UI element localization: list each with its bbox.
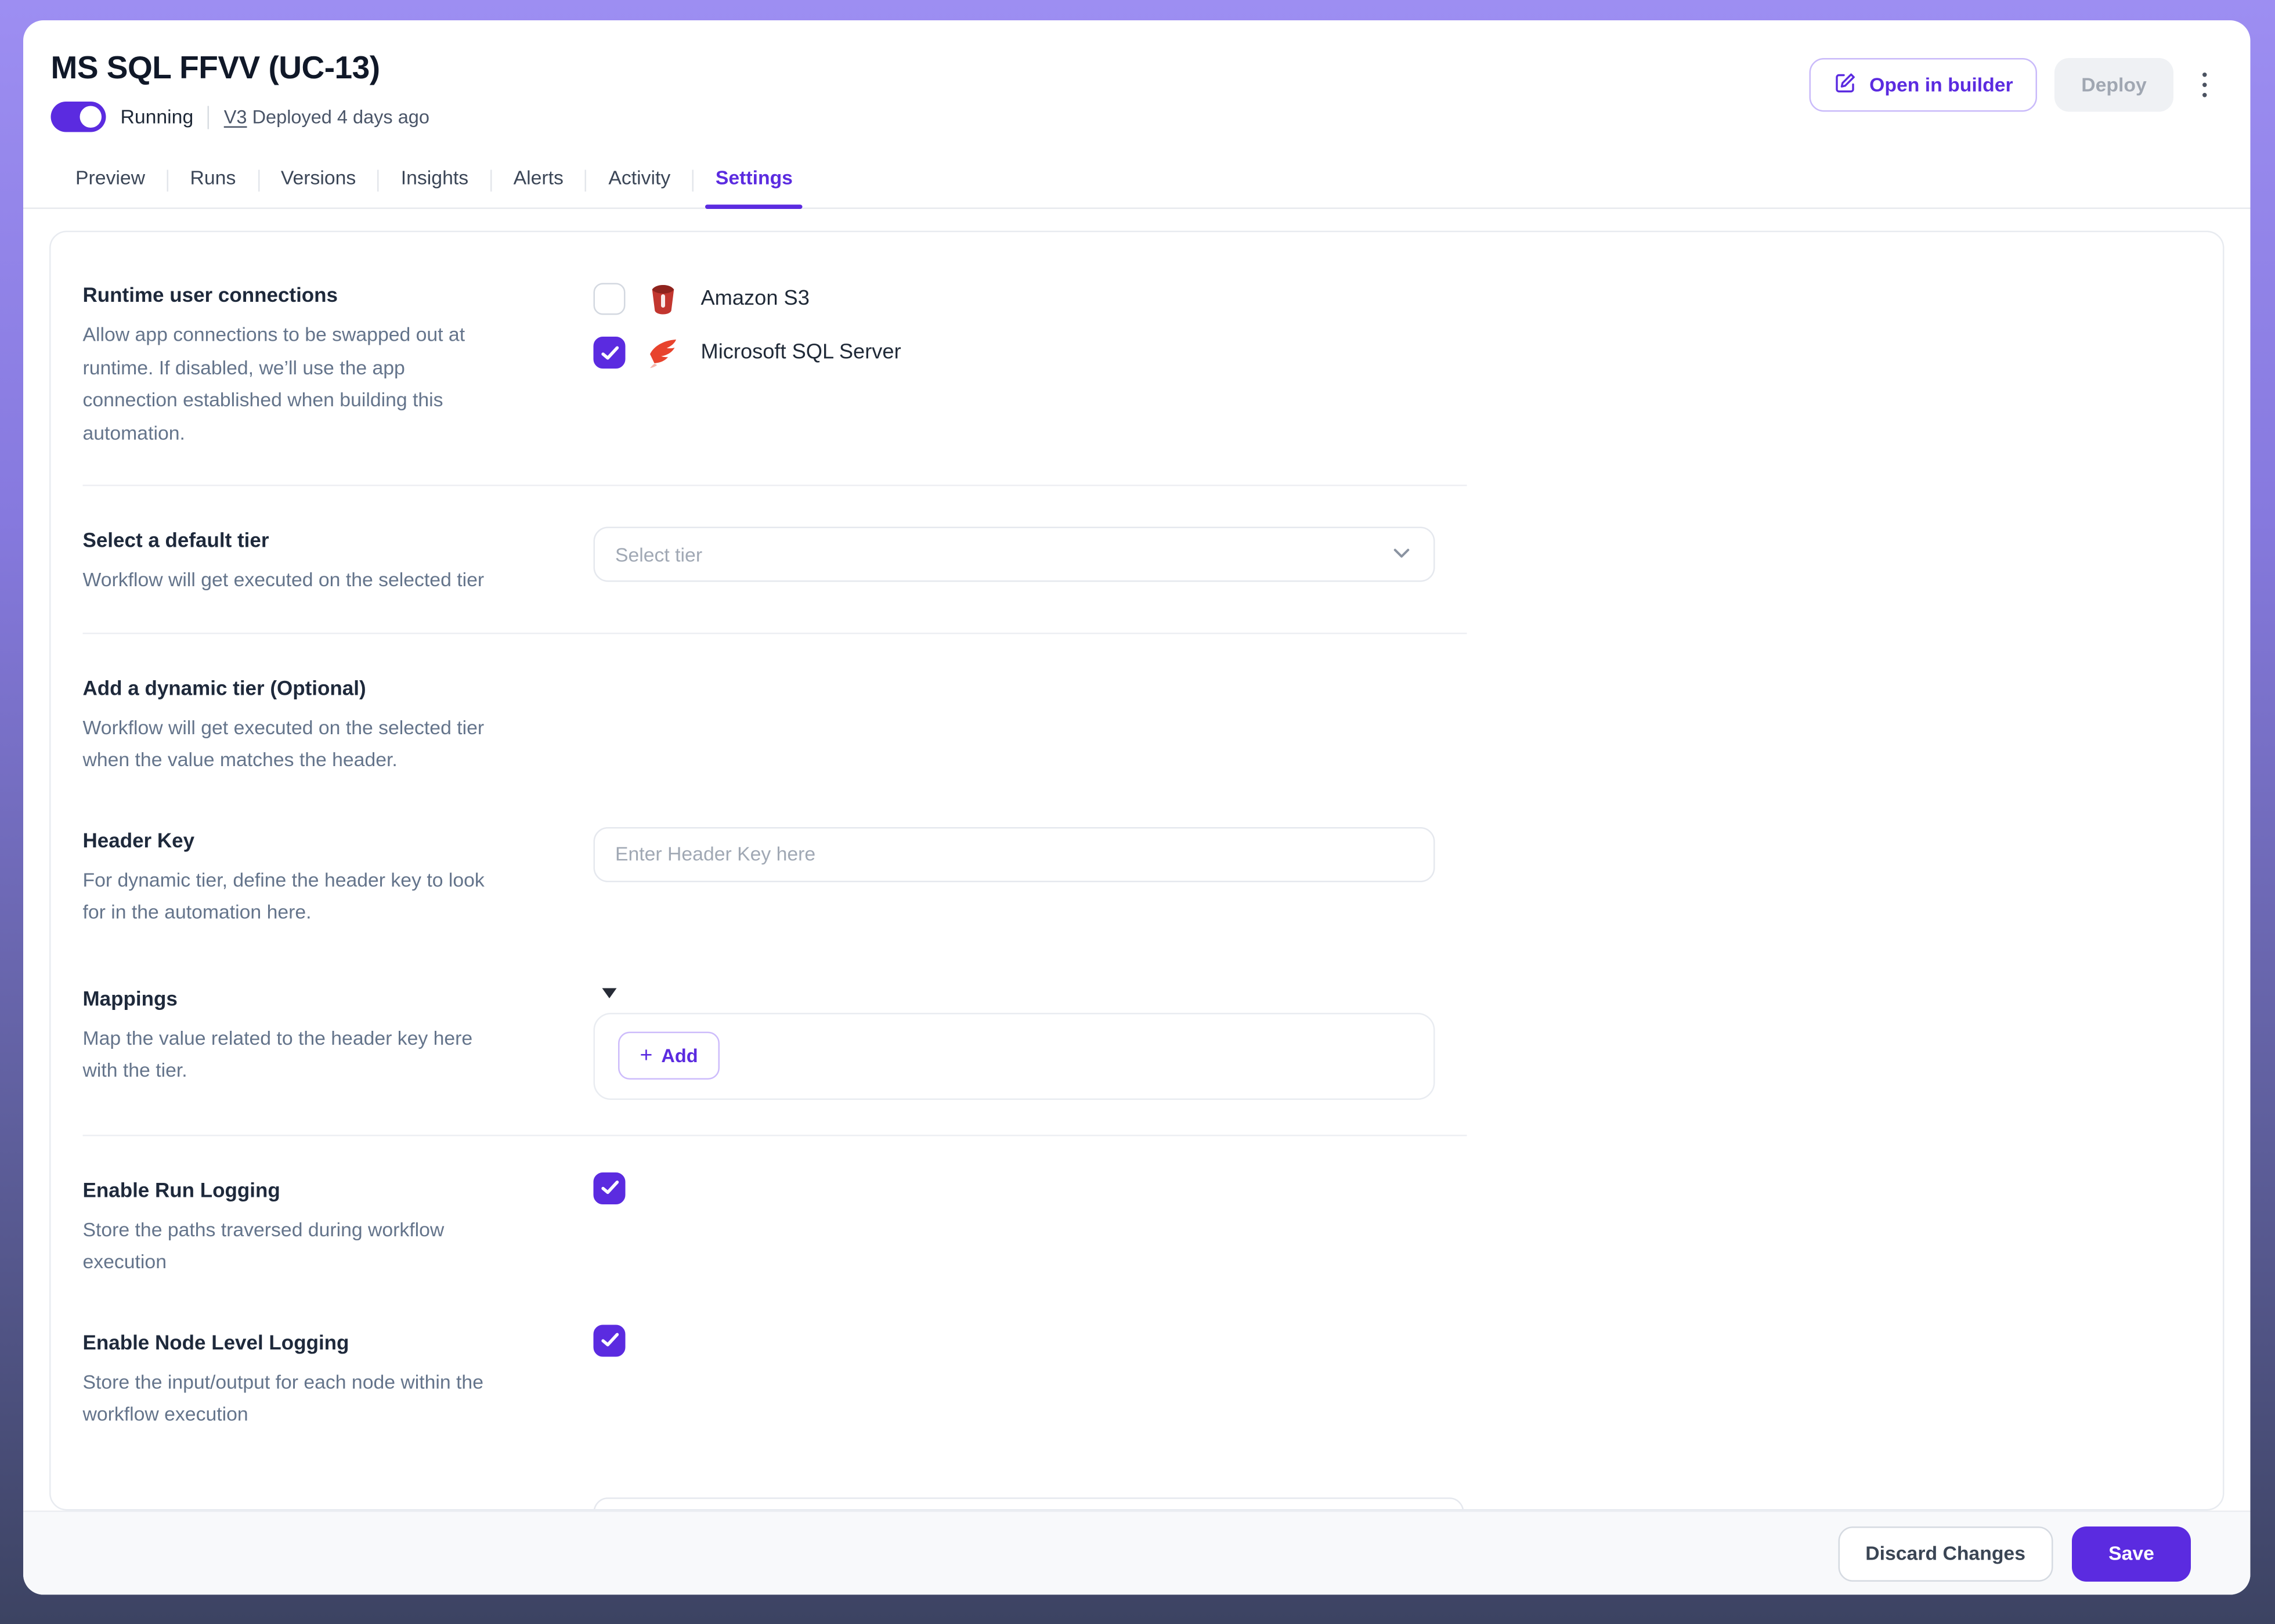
chevron-down-icon <box>1390 540 1413 568</box>
connection-row-sql-server: Microsoft SQL Server <box>594 335 1435 370</box>
tab-settings[interactable]: Settings <box>694 153 814 208</box>
section-title: Enable Node Level Logging <box>83 1329 594 1355</box>
connection-label: Microsoft SQL Server <box>701 341 901 365</box>
open-in-builder-label: Open in builder <box>1869 74 2013 96</box>
collapse-triangle-icon[interactable] <box>602 987 617 998</box>
section-description: Workflow will get executed on the select… <box>83 565 486 597</box>
connection-row-amazon-s3: Amazon S3 <box>594 282 1435 316</box>
section-mappings: Mappings Map the value related to the he… <box>83 984 1435 1099</box>
section-default-tier: Select a default tier Workflow will get … <box>83 527 1435 597</box>
app-background: MS SQL FFVV (UC-13) Running V3 Deployed … <box>0 0 2275 1624</box>
section-title: Enable Run Logging <box>83 1176 594 1202</box>
deploy-info: V3 Deployed 4 days ago <box>224 106 429 128</box>
section-title: Header Key <box>83 827 594 853</box>
section-description: Store the paths traversed during workflo… <box>83 1214 486 1279</box>
default-tier-select[interactable]: Select tier <box>594 527 1435 582</box>
section-description: Workflow will get executed on the select… <box>83 712 486 777</box>
section-title: Select a default tier <box>83 527 594 553</box>
tabs-bar: Preview Runs Versions Insights Alerts Ac… <box>23 153 2251 210</box>
section-divider <box>83 485 1467 486</box>
section-run-logging: Enable Run Logging Store the paths trave… <box>83 1176 1435 1279</box>
header-actions: Open in builder Deploy <box>1810 58 2216 112</box>
section-runtime-connections: Runtime user connections Allow app conne… <box>83 282 1435 450</box>
header-key-input[interactable] <box>594 827 1435 882</box>
select-placeholder: Select tier <box>615 543 702 565</box>
open-in-builder-button[interactable]: Open in builder <box>1810 58 2038 112</box>
settings-panel: Runtime user connections Allow app conne… <box>49 231 2225 1511</box>
section-node-logging: Enable Node Level Logging Store the inpu… <box>83 1329 1435 1432</box>
discard-changes-button[interactable]: Discard Changes <box>1838 1526 2053 1581</box>
section-description: Store the input/output for each node wit… <box>83 1366 486 1432</box>
edit-pencil-icon <box>1835 71 1858 99</box>
footer-bar: Discard Changes Save <box>23 1511 2251 1595</box>
sql-server-icon <box>646 335 681 370</box>
more-options-kebab-icon[interactable] <box>2193 60 2216 109</box>
section-divider <box>83 632 1467 634</box>
save-button[interactable]: Save <box>2072 1526 2191 1581</box>
connection-label: Amazon S3 <box>701 287 810 311</box>
header-left: MS SQL FFVV (UC-13) Running V3 Deployed … <box>51 49 429 132</box>
run-logging-checkbox[interactable] <box>594 1172 626 1204</box>
section-description: For dynamic tier, define the header key … <box>83 864 486 930</box>
section-divider <box>83 1134 1467 1136</box>
add-mapping-button[interactable]: + Add <box>618 1032 720 1080</box>
page-title: MS SQL FFVV (UC-13) <box>51 49 429 87</box>
tab-versions[interactable]: Versions <box>259 153 377 208</box>
tab-alerts[interactable]: Alerts <box>492 153 585 208</box>
section-dynamic-tier: Add a dynamic tier (Optional) Workflow w… <box>83 674 1435 777</box>
tab-insights[interactable]: Insights <box>379 153 490 208</box>
tab-activity[interactable]: Activity <box>587 153 692 208</box>
version-link[interactable]: V3 <box>224 106 247 128</box>
section-title: Mappings <box>83 984 594 1011</box>
section-title: Add a dynamic tier (Optional) <box>83 674 594 700</box>
plus-icon: + <box>640 1045 653 1067</box>
section-description: Allow app connections to be swapped out … <box>83 319 486 450</box>
node-logging-checkbox[interactable] <box>594 1324 626 1356</box>
amazon-s3-checkbox[interactable] <box>594 283 626 315</box>
divider <box>208 105 210 128</box>
tab-preview[interactable]: Preview <box>54 153 167 208</box>
deployed-label: Deployed 4 days ago <box>252 106 429 128</box>
section-title: Runtime user connections <box>83 282 594 308</box>
section-header-key: Header Key For dynamic tier, define the … <box>83 827 1435 930</box>
clipped-next-field[interactable] <box>594 1497 1464 1511</box>
mappings-container: + Add <box>594 1012 1435 1099</box>
sql-server-checkbox[interactable] <box>594 337 626 369</box>
add-label: Add <box>661 1045 698 1067</box>
page-header: MS SQL FFVV (UC-13) Running V3 Deployed … <box>23 20 2251 132</box>
toggle-knob <box>80 106 102 128</box>
deploy-button[interactable]: Deploy <box>2055 58 2173 112</box>
tab-runs[interactable]: Runs <box>168 153 258 208</box>
section-description: Map the value related to the header key … <box>83 1022 486 1088</box>
amazon-s3-icon <box>646 282 681 316</box>
status-label: Running <box>121 106 194 128</box>
status-row: Running V3 Deployed 4 days ago <box>51 102 429 132</box>
running-toggle[interactable] <box>51 102 106 132</box>
automation-settings-card: MS SQL FFVV (UC-13) Running V3 Deployed … <box>23 20 2251 1595</box>
